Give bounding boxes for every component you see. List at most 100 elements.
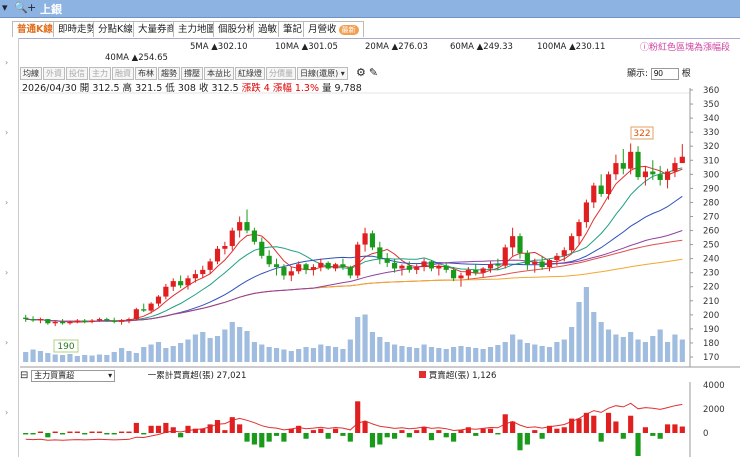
net-buy-bar xyxy=(672,424,678,433)
net-buy-bar xyxy=(96,431,103,433)
candle-body xyxy=(561,250,567,256)
volume-bar xyxy=(480,349,486,362)
candle-body xyxy=(517,236,523,254)
sub-panel-toolbar: ⊟ 主力買賣超 ▾ 一累計買賣超(張) 27,021 買賣超(張) 1,126 xyxy=(20,369,496,382)
net-buy-bar xyxy=(664,424,671,433)
candle-body xyxy=(318,262,324,268)
volume-bar xyxy=(30,349,36,362)
candle-body xyxy=(259,241,265,256)
volume-bar xyxy=(451,347,457,362)
candle-body xyxy=(495,264,501,266)
volume-bar xyxy=(59,355,66,362)
candle-body xyxy=(148,303,154,311)
price-tick-label: 320 xyxy=(703,142,719,152)
candle-body xyxy=(170,281,176,287)
net-buy-bar xyxy=(111,433,117,435)
volume-bar xyxy=(421,344,427,362)
candle-body xyxy=(332,264,339,269)
net-buy-bar xyxy=(141,433,147,435)
net-buy-bar xyxy=(605,412,612,433)
net-buy-bar xyxy=(561,427,567,433)
net-buy-bar xyxy=(679,426,685,433)
volume-bar xyxy=(170,346,176,362)
candle-body xyxy=(421,261,427,268)
volume-bar xyxy=(487,347,494,362)
sub-indicator-select[interactable]: 主力買賣超 ▾ xyxy=(31,370,116,382)
net-buy-bar xyxy=(251,433,257,445)
volume-bar xyxy=(569,327,575,362)
net-buy-bar xyxy=(414,430,420,433)
price-tick-label: 210 xyxy=(703,297,719,307)
net-buy-bar xyxy=(628,415,634,433)
net-buy-bar xyxy=(126,431,132,433)
candle-body xyxy=(428,261,435,269)
candle-body xyxy=(155,296,162,304)
volume-bar xyxy=(229,322,235,362)
volume-bar xyxy=(384,342,390,362)
net-buy-bar xyxy=(569,418,575,433)
volume-bar xyxy=(89,355,95,362)
candle-body xyxy=(502,247,508,266)
net-buy-bar xyxy=(281,433,287,442)
ma-lines xyxy=(25,165,683,323)
candle-body xyxy=(325,262,331,269)
net-buy-bars xyxy=(23,401,685,456)
candle-body xyxy=(583,202,589,223)
candle-body xyxy=(576,222,582,237)
price-tick-label: 220 xyxy=(703,283,719,293)
volume-bar xyxy=(259,344,265,362)
net-buy-bar xyxy=(510,421,516,433)
sub-collapse-icon[interactable]: ⊟ xyxy=(20,370,28,381)
volume-bar xyxy=(473,348,479,362)
candle-body xyxy=(119,320,125,322)
price-tick-label: 300 xyxy=(703,170,719,180)
net-buy-bar xyxy=(45,433,51,438)
candle-body xyxy=(163,286,169,297)
net-buy-bar xyxy=(642,427,649,433)
candle-body xyxy=(296,264,302,272)
net-buy-bar xyxy=(214,420,221,433)
net-buy-bar xyxy=(325,433,331,439)
candle-body xyxy=(679,156,685,164)
chevron-down-icon: ▾ xyxy=(108,371,113,380)
candle-body xyxy=(52,321,58,324)
volume-bar xyxy=(192,334,198,362)
candle-body xyxy=(510,236,516,248)
price-tick-label: 240 xyxy=(703,255,719,265)
net-buy-bar xyxy=(200,428,206,433)
volume-bar xyxy=(303,347,309,362)
volume-bar xyxy=(414,348,420,362)
net-buy-bar xyxy=(591,415,597,433)
candle-body xyxy=(443,265,449,270)
net-buy-bar xyxy=(546,425,553,433)
volume-bar xyxy=(185,339,191,362)
candle-body xyxy=(347,267,353,276)
sub-tick-label: 2000 xyxy=(703,405,725,415)
volume-bar xyxy=(111,352,117,362)
candle-body xyxy=(310,267,317,270)
net-buy-bar xyxy=(296,425,302,433)
net-buy-bar xyxy=(266,433,272,442)
volume-bar xyxy=(332,347,339,362)
price-tick-label: 330 xyxy=(703,128,719,138)
volume-bar xyxy=(391,344,398,362)
price-tick-label: 180 xyxy=(703,339,719,349)
net-buy-bar xyxy=(310,430,317,433)
volume-bar xyxy=(561,339,567,362)
candlestick-chart[interactable]: 360 350 340 330 320 310 300 290 280 270 260 250 240 2… xyxy=(0,0,740,457)
sub-legend-net: 買賣超(張) 1,126 xyxy=(419,371,496,381)
net-buy-bar xyxy=(178,433,184,438)
net-buy-bar xyxy=(74,431,80,433)
net-buy-bar xyxy=(207,424,213,433)
volume-bar xyxy=(443,349,449,362)
volume-bar xyxy=(163,348,169,362)
net-color-swatch xyxy=(419,371,427,378)
net-buy-bar xyxy=(52,431,58,433)
high-annotation: 322 xyxy=(630,126,654,140)
volume-bar xyxy=(406,347,412,362)
net-buy-bar xyxy=(332,428,339,433)
volume-bar xyxy=(23,352,29,362)
volume-bar xyxy=(635,339,641,362)
net-buy-bar xyxy=(133,422,139,433)
price-tick-label: 270 xyxy=(703,212,719,222)
